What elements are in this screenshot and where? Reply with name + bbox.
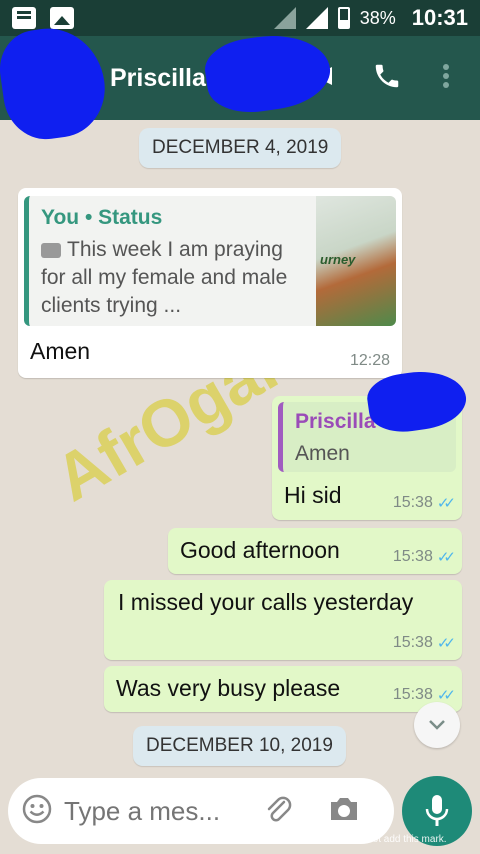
message-input[interactable]	[64, 795, 254, 827]
incoming-message[interactable]: You • Status This week I am praying for …	[18, 188, 402, 378]
message-time: 15:38 ✓✓	[392, 548, 456, 566]
date-divider: DECEMBER 4, 2019	[139, 128, 342, 168]
quote-text: This week I am praying for all my female…	[41, 238, 288, 317]
status-bar: 38% 10:31	[0, 0, 480, 36]
date-divider: DECEMBER 10, 2019	[133, 726, 346, 766]
message-text: Hi sid	[284, 482, 342, 508]
outgoing-message[interactable]: Was very busy please 15:38 ✓✓	[104, 666, 462, 712]
quoted-status[interactable]: You • Status This week I am praying for …	[24, 196, 396, 326]
signal-icon	[305, 7, 328, 29]
message-time: 15:38 ✓✓	[392, 686, 456, 704]
message-time: 12:28	[349, 352, 390, 369]
battery-icon	[337, 7, 350, 29]
message-time: 15:38 ✓✓	[392, 634, 456, 652]
message-text: Good afternoon	[180, 537, 340, 563]
clock: 10:31	[411, 5, 468, 30]
attach-icon[interactable]	[264, 794, 292, 829]
message-text: Was very busy please	[116, 675, 341, 701]
battery-level: 38%	[359, 7, 396, 28]
emoji-icon[interactable]	[22, 794, 52, 829]
message-icon	[12, 7, 36, 29]
read-ticks-icon: ✓✓	[436, 495, 456, 512]
contact-name[interactable]: Priscilla	[110, 64, 206, 93]
thumbnail-text: urney	[320, 252, 356, 267]
more-options-icon[interactable]	[442, 63, 450, 94]
image-icon	[50, 7, 74, 29]
mic-icon	[425, 795, 449, 826]
scroll-to-bottom-button[interactable]	[414, 702, 460, 748]
chat-area[interactable]: AfrOganiks DECEMBER 4, 2019 You • Status…	[0, 120, 480, 770]
signal-icon	[273, 7, 296, 29]
quote-title: Priscilla	[295, 410, 376, 433]
outgoing-message[interactable]: Good afternoon 15:38 ✓✓	[168, 528, 462, 574]
quote-title: You • Status	[41, 206, 163, 229]
status-thumbnail: urney	[316, 196, 396, 326]
message-text: I missed your calls yesterday	[118, 589, 414, 615]
outgoing-message[interactable]: I missed your calls yesterday 15:38 ✓✓	[104, 580, 462, 660]
read-ticks-icon: ✓✓	[436, 635, 456, 652]
message-text: Amen	[30, 338, 91, 364]
camera-icon[interactable]	[328, 795, 360, 828]
message-time: 15:38 ✓✓	[392, 494, 456, 512]
chevron-down-icon	[429, 720, 445, 730]
phone-icon[interactable]	[372, 61, 402, 96]
watermark-notice: Processed using the free version of Wate…	[46, 834, 447, 845]
camera-icon	[41, 242, 61, 258]
read-ticks-icon: ✓✓	[436, 549, 456, 566]
quote-text: Amen	[295, 442, 350, 465]
